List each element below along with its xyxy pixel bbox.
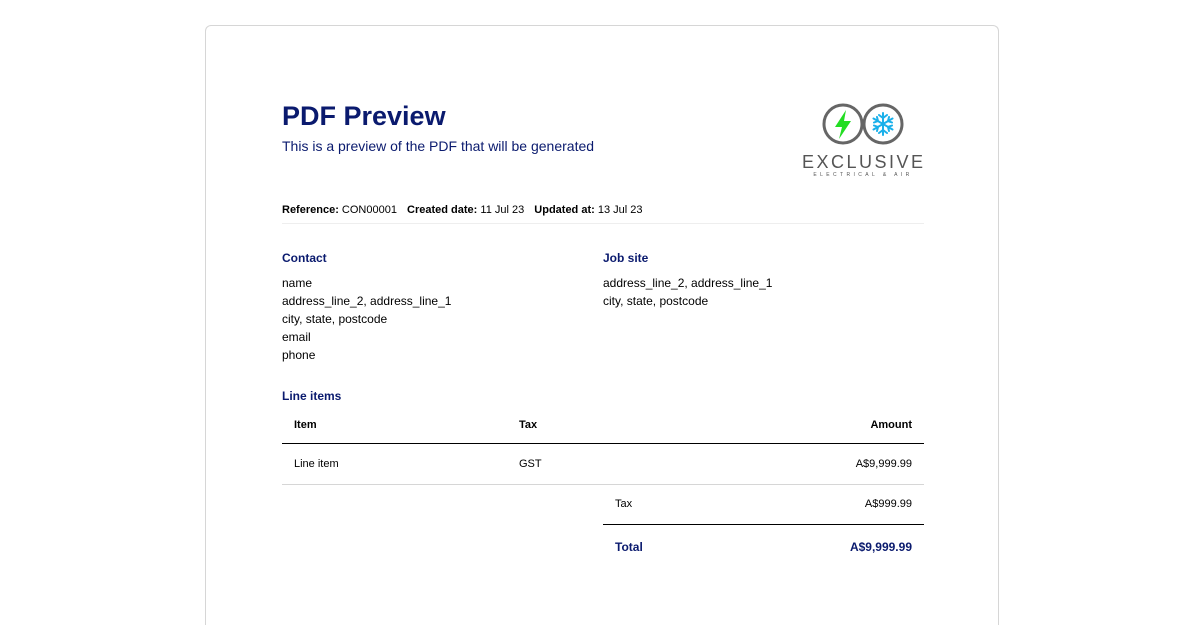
line-items-table: Item Tax Amount Line item GST A$9,999.99 [282, 411, 924, 485]
logo-name: EXCLUSIVE [802, 152, 926, 172]
line-item-amount: A$9,999.99 [855, 458, 912, 470]
document-meta: Reference: CON00001 Created date: 11 Jul… [282, 204, 924, 224]
contact-name: name [282, 276, 313, 290]
line-items-heading: Line items [282, 389, 342, 403]
contact-phone: phone [282, 348, 316, 362]
table-row: Line item GST A$9,999.99 [282, 444, 924, 485]
created-value: 11 Jul 23 [480, 204, 525, 216]
line-item-tax: GST [519, 458, 542, 470]
snowflake-icon [862, 103, 904, 145]
job-site-heading: Job site [603, 251, 649, 265]
total-label: Total [615, 540, 643, 554]
reference-label: Reference: [282, 204, 339, 216]
column-header-item: Item [294, 419, 317, 431]
tax-label: Tax [615, 498, 633, 510]
page-title: PDF Preview [282, 101, 446, 131]
contact-section: Contact name address_line_2, address_lin… [282, 251, 451, 364]
logo-tagline: ELECTRICAL & AIR [813, 172, 913, 178]
line-item-name: Line item [294, 458, 339, 470]
pdf-preview-page: PDF Preview This is a preview of the PDF… [205, 25, 999, 625]
tax-amount: A$999.99 [864, 498, 912, 510]
updated-label: Updated at: [534, 204, 595, 216]
contact-email: email [282, 330, 311, 344]
total-amount: A$9,999.99 [849, 540, 912, 554]
total-summary-row: Total A$9,999.99 [603, 525, 924, 565]
job-site-address: address_line_2, address_line_1 [603, 276, 773, 290]
lightning-icon [822, 103, 864, 145]
column-header-tax: Tax [519, 419, 538, 431]
tax-summary-row: Tax A$999.99 [603, 485, 924, 525]
created-label: Created date: [407, 204, 478, 216]
job-site-section: Job site address_line_2, address_line_1 … [603, 251, 772, 310]
reference-value: CON00001 [341, 204, 397, 216]
table-header: Item Tax Amount [282, 411, 924, 444]
job-site-city: city, state, postcode [603, 294, 709, 308]
page-subtitle: This is a preview of the PDF that will b… [282, 138, 595, 154]
updated-value: 13 Jul 23 [597, 204, 643, 216]
company-logo: EXCLUSIVE ELECTRICAL & AIR [802, 100, 924, 182]
contact-address: address_line_2, address_line_1 [282, 294, 452, 308]
column-header-amount: Amount [870, 419, 912, 431]
contact-city: city, state, postcode [282, 312, 388, 326]
contact-heading: Contact [282, 251, 327, 265]
